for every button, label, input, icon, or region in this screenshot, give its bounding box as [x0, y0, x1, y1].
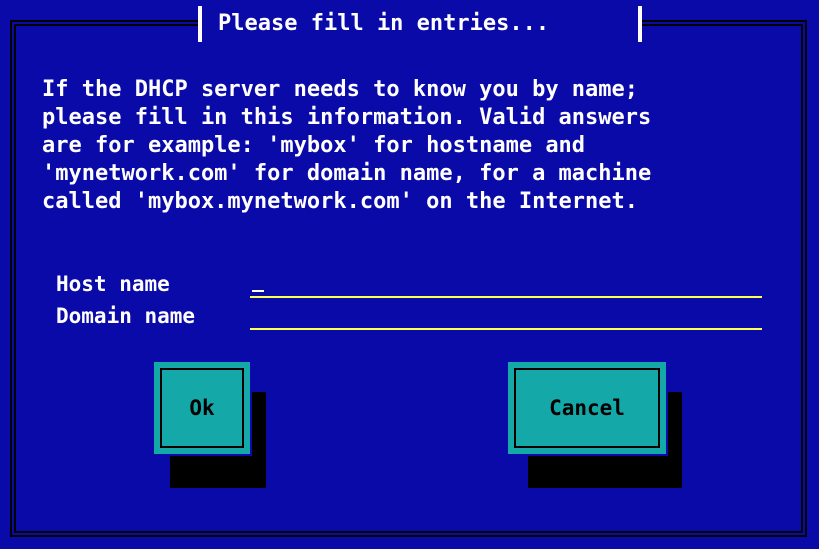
dhcp-dialog: Please fill in entries... If the DHCP se… — [0, 0, 819, 549]
host-name-label: Host name — [56, 272, 170, 296]
domain-name-input[interactable] — [250, 304, 762, 330]
host-name-input[interactable] — [250, 272, 762, 298]
ok-button-label: Ok — [160, 368, 244, 448]
text-cursor — [252, 290, 264, 292]
cancel-button[interactable]: Cancel — [506, 360, 668, 456]
ok-button[interactable]: Ok — [152, 360, 252, 456]
cancel-button-label: Cancel — [514, 368, 660, 448]
dialog-title: Please fill in entries... — [218, 11, 550, 36]
dialog-message: If the DHCP server needs to know you by … — [42, 77, 652, 214]
domain-name-label: Domain name — [56, 304, 196, 328]
